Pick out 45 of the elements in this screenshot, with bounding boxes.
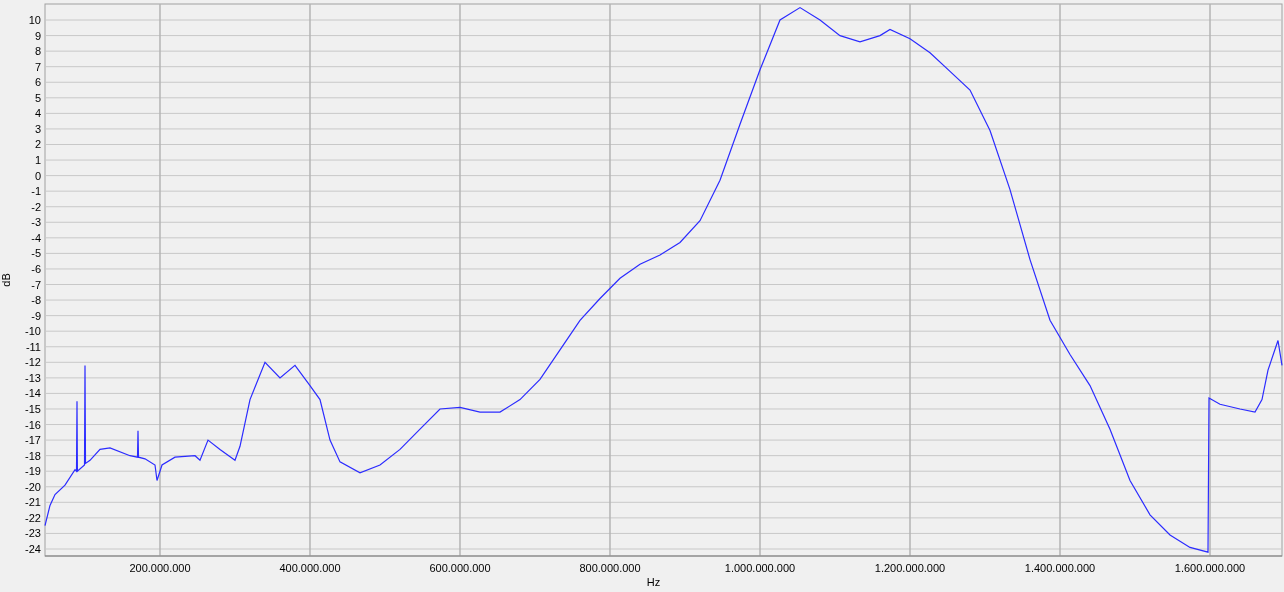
axis-tick-label: -22 bbox=[25, 511, 41, 524]
axis-tick-label: -5 bbox=[31, 247, 41, 260]
axis-tick-label: 800.000.000 bbox=[579, 562, 641, 574]
axis-title: dB bbox=[0, 273, 12, 287]
axis-tick-label: -18 bbox=[25, 449, 41, 462]
axis-tick-label: 6 bbox=[34, 76, 41, 89]
axis-tick-label: 400.000.000 bbox=[279, 562, 341, 574]
axis-tick-label: 600.000.000 bbox=[429, 562, 491, 574]
axis-tick-label: -4 bbox=[31, 231, 41, 244]
axis-tick-label: 2 bbox=[34, 138, 41, 151]
axis-tick-label: -10 bbox=[25, 325, 41, 338]
axis-tick-label: -14 bbox=[25, 387, 41, 400]
axis-tick-label: 0 bbox=[34, 169, 41, 182]
axis-tick-label: -12 bbox=[25, 356, 41, 369]
axis-tick-label: -11 bbox=[25, 340, 41, 353]
axis-tick-label: -2 bbox=[31, 200, 41, 213]
axis-title: Hz bbox=[646, 576, 661, 588]
axis-tick-label: -3 bbox=[31, 216, 41, 229]
axis-tick-label: 10 bbox=[28, 14, 41, 26]
axis-tick-label: 3 bbox=[34, 122, 41, 135]
axis-tick-label: 1.200.000.000 bbox=[874, 562, 946, 574]
axis-tick-label: -1 bbox=[31, 185, 41, 198]
axis-tick-label: 1.400.000.000 bbox=[1024, 562, 1096, 574]
axis-tick-label: 7 bbox=[34, 60, 41, 73]
axis-tick-label: -24 bbox=[25, 543, 41, 555]
axis-tick-label: -20 bbox=[25, 480, 41, 493]
axis-tick-label: -9 bbox=[31, 309, 41, 322]
axis-tick-label: -7 bbox=[31, 278, 41, 291]
axis-tick-label: -6 bbox=[31, 262, 41, 275]
axis-tick-label: -21 bbox=[25, 496, 41, 509]
axis-tick-label: -13 bbox=[25, 371, 41, 384]
axis-tick-label: -23 bbox=[25, 527, 41, 540]
axis-tick-label: -16 bbox=[25, 418, 41, 431]
axis-tick-label: 9 bbox=[34, 29, 41, 42]
axis-tick-label: -8 bbox=[31, 294, 41, 307]
axis-tick-label: 4 bbox=[34, 107, 41, 120]
axis-tick-label: 1 bbox=[34, 154, 41, 167]
axis-tick-label: -15 bbox=[25, 403, 41, 415]
axis-tick-label: -17 bbox=[25, 434, 41, 447]
axis-tick-label: 5 bbox=[34, 91, 41, 104]
axis-tick-label: -19 bbox=[25, 465, 41, 478]
axis-tick-label: 1.000.000.000 bbox=[724, 562, 796, 574]
axis-tick-label: 8 bbox=[34, 45, 41, 58]
axis-tick-label: 1.600.000.000 bbox=[1174, 562, 1246, 574]
axis-tick-label: 200.000.000 bbox=[129, 562, 191, 574]
